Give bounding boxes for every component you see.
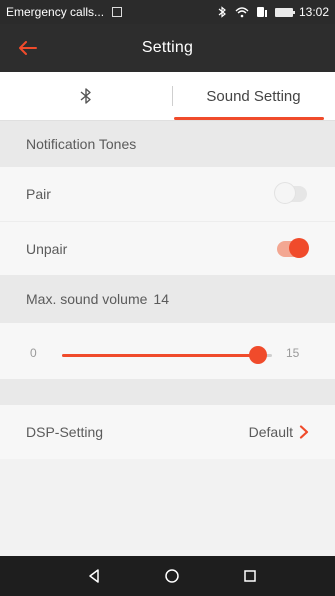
unpair-right bbox=[277, 237, 309, 258]
slider-min-label: 0 bbox=[30, 346, 37, 360]
battery-icon bbox=[274, 7, 295, 17]
status-bar: Emergency calls... 13:02 bbox=[0, 0, 335, 24]
home-circle-icon bbox=[165, 569, 179, 583]
max-volume-label: Max. sound volume bbox=[26, 291, 148, 307]
bluetooth-status-icon bbox=[215, 5, 229, 19]
nav-back-button[interactable] bbox=[83, 565, 105, 587]
pair-toggle-knob bbox=[275, 183, 295, 203]
carrier-text: Emergency calls... bbox=[6, 5, 105, 19]
wifi-icon bbox=[235, 5, 249, 19]
dsp-setting-row[interactable]: DSP-Setting Default bbox=[0, 405, 335, 459]
phone-signal-icon bbox=[255, 5, 269, 19]
pair-row: Pair bbox=[0, 167, 335, 221]
dsp-setting-label: DSP-Setting bbox=[26, 424, 104, 440]
volume-slider-track[interactable] bbox=[62, 346, 272, 364]
slider-max-label: 15 bbox=[286, 346, 300, 360]
max-volume-value: 14 bbox=[153, 291, 169, 307]
back-arrow-icon bbox=[19, 41, 37, 55]
max-volume-header: Max. sound volume 14 bbox=[0, 275, 335, 323]
section-spacer bbox=[0, 379, 335, 405]
chevron-right-icon bbox=[299, 425, 309, 439]
volume-slider-row: 0 15 bbox=[0, 323, 335, 379]
nav-home-button[interactable] bbox=[161, 565, 183, 587]
app-bar: Setting bbox=[0, 24, 335, 72]
unpair-label: Unpair bbox=[26, 240, 68, 257]
back-button[interactable] bbox=[16, 36, 40, 60]
volume-slider-thumb[interactable] bbox=[249, 346, 267, 364]
bluetooth-icon bbox=[80, 88, 91, 104]
status-left: Emergency calls... bbox=[6, 5, 124, 19]
unpair-toggle-knob bbox=[289, 237, 309, 258]
pair-right bbox=[275, 183, 309, 203]
status-right: 13:02 bbox=[215, 5, 329, 19]
dsp-setting-value: Default bbox=[248, 424, 293, 440]
pair-label: Pair bbox=[26, 186, 51, 202]
active-tab-indicator bbox=[174, 117, 324, 120]
notification-tones-label: Notification Tones bbox=[26, 136, 137, 152]
tab-bar: Sound Setting bbox=[0, 72, 335, 121]
page-title: Setting bbox=[141, 39, 194, 56]
notification-tones-header: Notification Tones bbox=[0, 121, 335, 167]
nav-recents-button[interactable] bbox=[239, 565, 261, 587]
unpair-row: Unpair bbox=[0, 221, 335, 275]
system-navigation-bar bbox=[0, 556, 335, 596]
status-time: 13:02 bbox=[298, 5, 329, 19]
tab-bluetooth[interactable] bbox=[0, 72, 172, 120]
screenshot-icon bbox=[110, 5, 124, 19]
pair-toggle[interactable] bbox=[275, 183, 307, 203]
tab-sound-setting[interactable]: Sound Setting bbox=[172, 72, 335, 120]
volume-slider-fill bbox=[62, 354, 258, 357]
recents-square-icon bbox=[244, 570, 256, 582]
back-triangle-icon bbox=[89, 569, 99, 583]
unpair-toggle[interactable] bbox=[277, 237, 309, 258]
dsp-setting-right: Default bbox=[249, 424, 309, 440]
